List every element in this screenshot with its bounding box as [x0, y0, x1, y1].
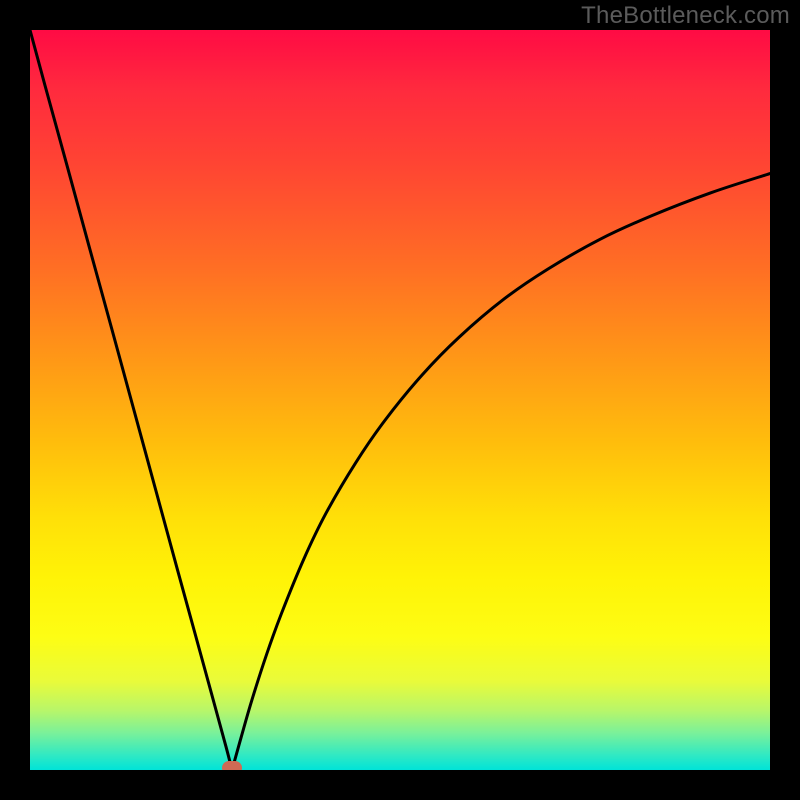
minimum-marker	[222, 761, 242, 770]
bottleneck-curve	[30, 30, 770, 770]
plot-area	[30, 30, 770, 770]
curve-left-branch	[30, 30, 232, 770]
chart-frame: TheBottleneck.com	[0, 0, 800, 800]
watermark-text: TheBottleneck.com	[581, 2, 790, 30]
curve-right-branch	[232, 174, 770, 770]
